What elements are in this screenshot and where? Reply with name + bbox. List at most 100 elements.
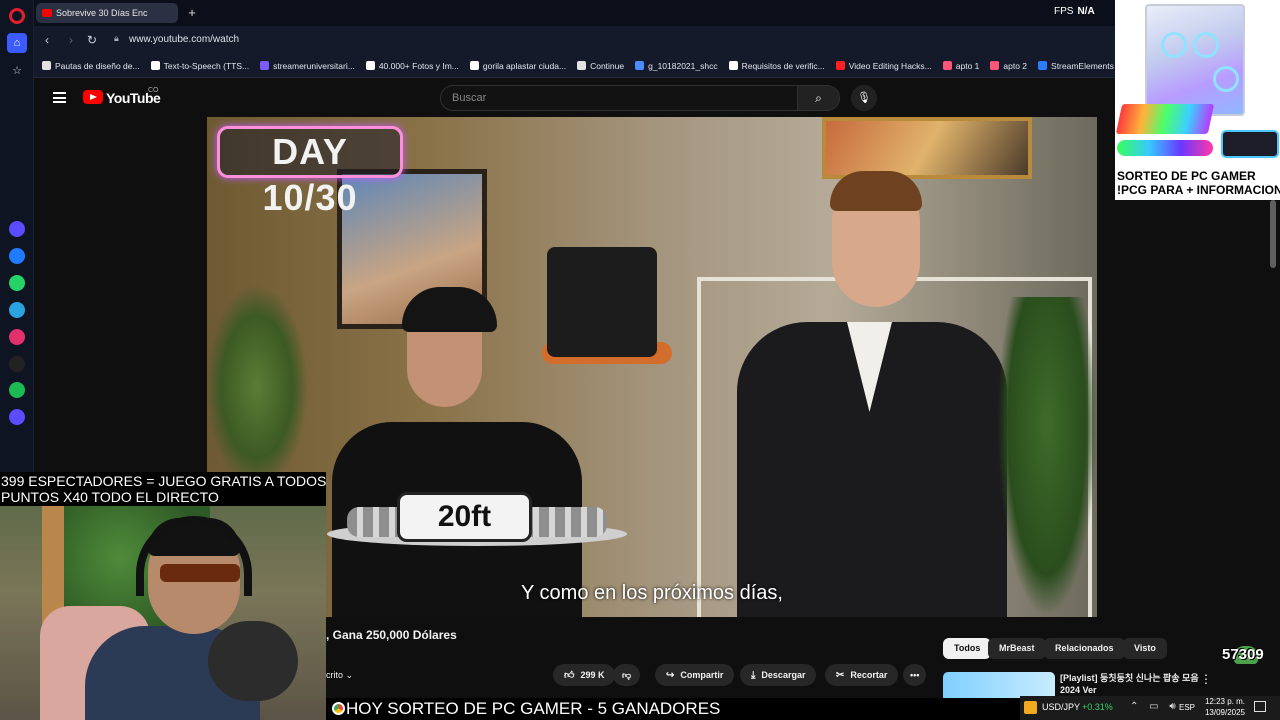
bookmark-item[interactable]: g_10182021_shcc bbox=[635, 61, 718, 71]
chip-mrbeast[interactable]: MrBeast bbox=[988, 638, 1046, 659]
microphone-icon[interactable]: 🎙︎ bbox=[851, 85, 877, 111]
telegram-icon[interactable] bbox=[9, 302, 25, 318]
download-label: Descargar bbox=[761, 670, 806, 680]
download-button[interactable]: ⤓ Descargar bbox=[740, 664, 817, 686]
bookmark-item[interactable]: Text-to-Speech (TTS... bbox=[150, 61, 249, 71]
windows-taskbar: USD/JPY +0.31% ⌃ ▭ 🔊︎ ESP 12:23 p. m. 13… bbox=[1020, 696, 1280, 720]
length-tag: 20ft bbox=[397, 492, 532, 542]
bookmark-item[interactable]: apto 2 bbox=[990, 61, 1027, 71]
bookmarks-bar: Pautas de diseño de... Text-to-Speech (TT… bbox=[34, 54, 1115, 78]
messenger-icon[interactable] bbox=[9, 248, 25, 264]
bookmark-label: StreamElements - st... bbox=[1051, 60, 1115, 71]
youtube-header: YouTube CO Buscar ⌕ 🎙︎ bbox=[34, 78, 1115, 117]
cap bbox=[402, 287, 497, 332]
spotify-icon[interactable] bbox=[9, 382, 25, 398]
search-input[interactable]: Buscar bbox=[440, 85, 798, 111]
fan bbox=[1161, 32, 1187, 58]
back-arrow-icon[interactable]: ‹ bbox=[38, 31, 56, 49]
bookmark-favicon-icon bbox=[728, 61, 738, 70]
like-button[interactable]: 👍︎ 299 K bbox=[553, 664, 616, 686]
star-icon[interactable]: ☆ bbox=[7, 60, 27, 80]
giveaway-ticker: HOY SORTEO DE PC GAMER - 5 GANADORES bbox=[326, 698, 1020, 720]
bookmark-favicon-icon bbox=[990, 61, 1000, 70]
currency-icon bbox=[1024, 701, 1037, 714]
bookmark-label: apto 1 bbox=[955, 60, 980, 71]
scissors-icon: ✂ bbox=[836, 669, 845, 681]
opera-logo-icon[interactable] bbox=[9, 8, 25, 24]
microphone bbox=[208, 621, 298, 701]
download-icon: ⤓ bbox=[751, 669, 756, 681]
reload-icon[interactable]: ↻ bbox=[83, 31, 101, 49]
aria-icon[interactable] bbox=[9, 221, 25, 237]
fan bbox=[1193, 32, 1219, 58]
bookmark-favicon-icon bbox=[150, 61, 160, 70]
instagram-icon[interactable] bbox=[9, 329, 25, 345]
home-icon[interactable]: ⌂ bbox=[7, 33, 27, 53]
language-indicator[interactable]: ESP bbox=[1179, 703, 1195, 712]
bookmark-label: Requisitos de verific... bbox=[741, 60, 825, 71]
subscribe-button[interactable]: crito ⌄ bbox=[326, 670, 353, 681]
bookmark-item[interactable]: StreamElements - st... bbox=[1038, 61, 1115, 71]
tab-title: Sobrevive 30 Días Enc bbox=[56, 8, 148, 18]
system-tray-icons[interactable]: ⌃ ▭ 🔊︎ bbox=[1130, 701, 1180, 712]
promo-text: SORTEO DE PC GAMER !PCG PARA + INFORMACI… bbox=[1117, 169, 1280, 197]
thumbs-down-icon: 👎︎ bbox=[622, 669, 632, 680]
mousepad-image bbox=[1221, 130, 1279, 158]
chip-todos[interactable]: Todos bbox=[943, 638, 992, 659]
clock[interactable]: 12:23 p. m. 13/09/2025 bbox=[1202, 696, 1248, 718]
chip-visto[interactable]: Visto bbox=[1123, 638, 1167, 659]
x-icon[interactable] bbox=[9, 356, 25, 372]
chrome-icon bbox=[332, 702, 345, 715]
share-button[interactable]: ↪ Compartir bbox=[655, 664, 735, 686]
bookmark-favicon-icon bbox=[577, 61, 587, 70]
plant bbox=[207, 287, 307, 487]
bookmark-item[interactable]: Pautas de diseño de... bbox=[42, 61, 140, 71]
webcam-feed bbox=[0, 506, 326, 720]
rgb-bar-image bbox=[1117, 140, 1213, 156]
search-icon[interactable]: ⌕ bbox=[798, 85, 840, 111]
video-title: , Gana 250,000 Dólares bbox=[326, 628, 457, 642]
menu-icon[interactable] bbox=[53, 92, 66, 103]
country-code: CO bbox=[148, 87, 159, 94]
bookmark-item[interactable]: Video Editing Hacks... bbox=[835, 60, 932, 71]
person-right bbox=[737, 171, 1007, 617]
bookmark-favicon-icon bbox=[835, 61, 845, 70]
chip-relacionados[interactable]: Relacionados bbox=[1044, 638, 1125, 659]
clock-date: 13/09/2025 bbox=[1204, 708, 1246, 717]
whatsapp-icon[interactable] bbox=[9, 275, 25, 291]
subscribe-label: crito bbox=[326, 670, 344, 680]
bookmark-label: gorila aplastar ciuda... bbox=[482, 60, 567, 71]
page-scrollbar[interactable] bbox=[1270, 200, 1276, 268]
bookmark-label: Video Editing Hacks... bbox=[848, 60, 932, 71]
clip-label: Recortar bbox=[850, 670, 888, 680]
clock-time: 12:23 p. m. bbox=[1204, 697, 1246, 706]
more-vertical-icon[interactable]: ⋮ bbox=[1200, 672, 1212, 686]
url-field[interactable]: www.youtube.com/watch bbox=[129, 34, 239, 45]
related-video-title[interactable]: [Playlist] 둥칫둥칫 신나는 팝송 모음 2024 Ver bbox=[1060, 672, 1200, 696]
bookmark-item[interactable]: streameruniversitari... bbox=[260, 61, 355, 71]
video-subtitle: Y como en los próximos días, bbox=[521, 582, 783, 604]
person-hair bbox=[830, 171, 922, 211]
share-label: Compartir bbox=[680, 670, 724, 680]
bookmark-item[interactable]: 40.000+ Fotos y Im... bbox=[365, 61, 459, 71]
player-icon[interactable] bbox=[9, 409, 25, 425]
bookmark-item[interactable]: Requisitos de verific... bbox=[728, 60, 825, 71]
more-actions-button[interactable]: ••• bbox=[903, 664, 927, 686]
clip-button[interactable]: ✂ Recortar bbox=[825, 664, 899, 686]
bookmark-favicon-icon bbox=[365, 61, 375, 70]
dislike-button[interactable]: 👎︎ bbox=[613, 664, 641, 686]
currency-pair[interactable]: USD/JPY bbox=[1042, 702, 1080, 712]
notifications-icon[interactable] bbox=[1254, 701, 1266, 712]
fan bbox=[1213, 66, 1239, 92]
youtube-logo-icon[interactable] bbox=[83, 90, 103, 104]
currency-change: +0.31% bbox=[1082, 702, 1113, 712]
bookmark-item[interactable]: gorila aplastar ciuda... bbox=[469, 60, 567, 71]
bookmark-item[interactable]: apto 1 bbox=[942, 60, 980, 71]
video-player[interactable]: 20ft DAY 10/30 Y como en los próximos dí… bbox=[207, 117, 1097, 617]
keyboard-image bbox=[1115, 104, 1215, 134]
bookmark-item[interactable]: Continue bbox=[577, 61, 624, 71]
forward-arrow-icon[interactable]: › bbox=[62, 31, 80, 49]
tab-youtube[interactable]: Sobrevive 30 Días Enc bbox=[36, 3, 178, 23]
screen: ⌂ ☆ Sobrevive 30 Días Enc + FPS N/A ‹ › ↻… bbox=[0, 0, 1280, 720]
new-tab-button[interactable]: + bbox=[184, 5, 200, 21]
